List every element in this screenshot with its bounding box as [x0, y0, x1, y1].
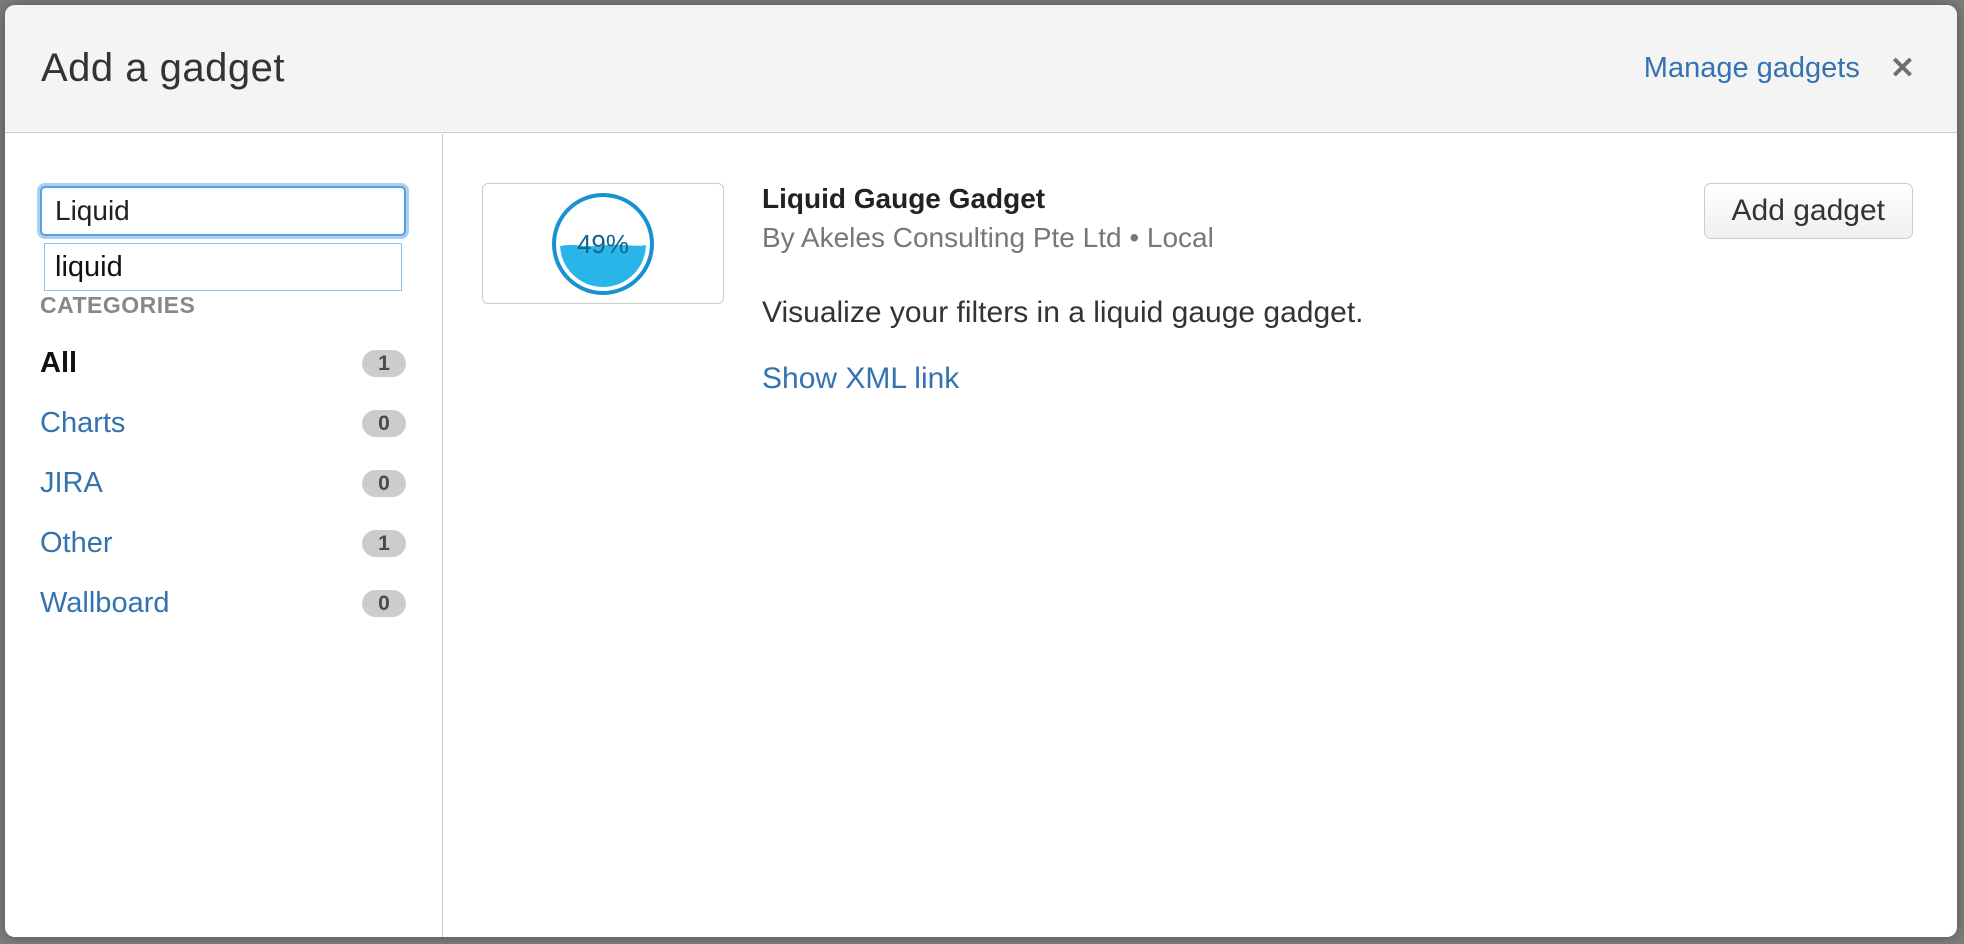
show-xml-link[interactable]: Show XML link [762, 362, 959, 396]
header-actions: Manage gadgets ✕ [1644, 52, 1915, 85]
sidebar-item-charts[interactable]: Charts 0 [40, 393, 406, 453]
category-label: JIRA [40, 467, 103, 500]
sidebar-item-jira[interactable]: JIRA 0 [40, 453, 406, 513]
manage-gadgets-link[interactable]: Manage gadgets [1644, 52, 1860, 85]
category-count-badge: 0 [362, 590, 406, 617]
sidebar-item-all[interactable]: All 1 [40, 333, 406, 393]
gadget-byline: By Akeles Consulting Pte Ltd • Local [762, 222, 1704, 254]
category-label: Wallboard [40, 587, 169, 620]
gadget-info: Liquid Gauge Gadget By Akeles Consulting… [762, 183, 1704, 396]
add-gadget-dialog: Add a gadget Manage gadgets ✕ liquid CAT… [5, 5, 1957, 937]
category-count-badge: 0 [362, 410, 406, 437]
dialog-body: liquid CATEGORIES All 1 Charts 0 JIRA 0 [5, 134, 1957, 937]
search-input[interactable] [40, 186, 406, 236]
dialog-backdrop: Add a gadget Manage gadgets ✕ liquid CAT… [0, 0, 1964, 944]
dialog-header: Add a gadget Manage gadgets ✕ [5, 5, 1957, 133]
category-list: All 1 Charts 0 JIRA 0 Other 1 [40, 333, 406, 633]
gadget-preview-thumbnail: 49% [482, 183, 724, 304]
category-count-badge: 1 [362, 350, 406, 377]
category-count-badge: 1 [362, 530, 406, 557]
gadget-name: Liquid Gauge Gadget [762, 183, 1704, 215]
liquid-gauge-icon: 49% [550, 191, 656, 297]
add-gadget-button[interactable]: Add gadget [1704, 183, 1913, 239]
sidebar-item-other[interactable]: Other 1 [40, 513, 406, 573]
category-label: Charts [40, 407, 125, 440]
close-icon[interactable]: ✕ [1890, 54, 1915, 84]
gauge-percent-label: 49% [577, 229, 629, 259]
suggestion-item[interactable]: liquid [45, 244, 401, 290]
category-label: All [40, 347, 77, 380]
gadget-description: Visualize your filters in a liquid gauge… [762, 296, 1704, 330]
categories-heading: CATEGORIES [40, 292, 406, 319]
sidebar-item-wallboard[interactable]: Wallboard 0 [40, 573, 406, 633]
category-count-badge: 0 [362, 470, 406, 497]
category-label: Other [40, 527, 113, 560]
search-suggestions-dropdown: liquid [44, 243, 402, 291]
sidebar: liquid CATEGORIES All 1 Charts 0 JIRA 0 [5, 134, 443, 937]
dialog-title: Add a gadget [41, 46, 285, 91]
gadget-result-panel: 49% Liquid Gauge Gadget By Akeles Consul… [443, 134, 1957, 937]
